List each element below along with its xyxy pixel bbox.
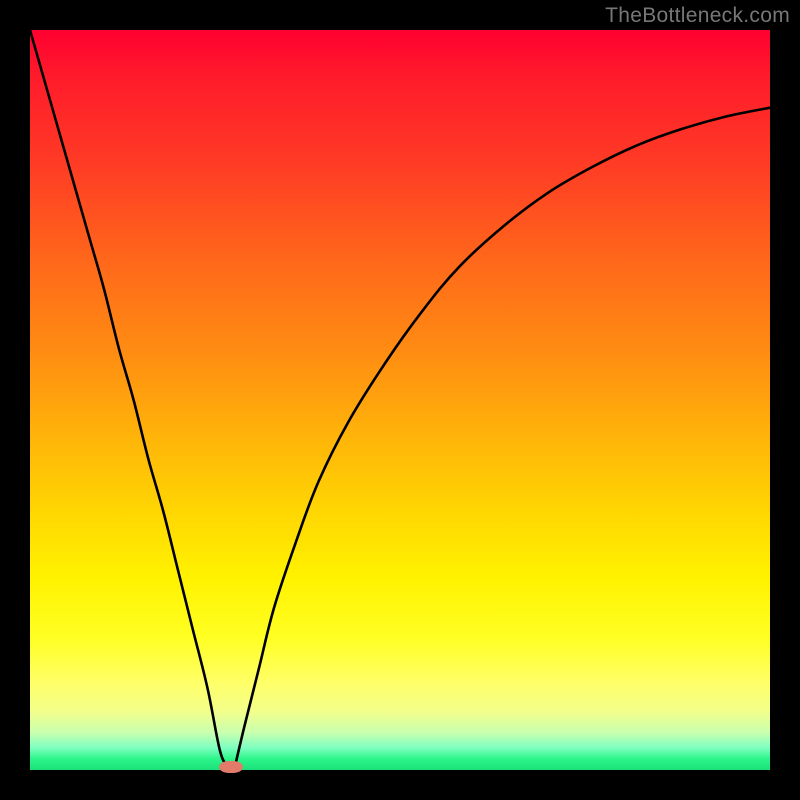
min-marker: [219, 761, 243, 773]
chart-frame: TheBottleneck.com: [0, 0, 800, 800]
plot-area: [30, 30, 770, 770]
curve-left: [30, 30, 228, 766]
curve-right: [235, 108, 770, 767]
curve-layer: [30, 30, 770, 770]
watermark-label: TheBottleneck.com: [605, 4, 790, 28]
